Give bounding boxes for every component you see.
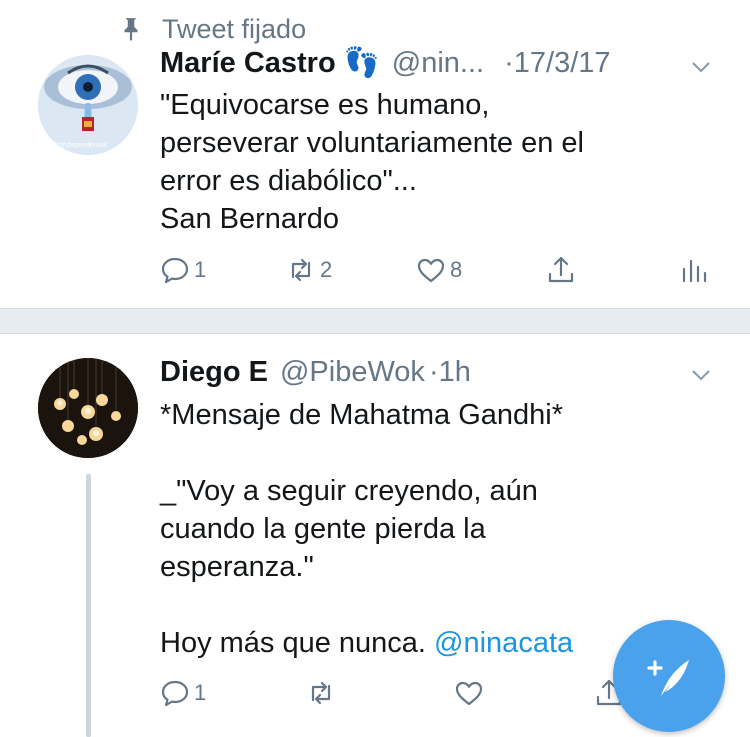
avatar-eye-image [38,55,138,155]
tweet-actions: 1 2 8 [160,255,720,295]
tweet-text: "Equivocarse es humano, perseverar volun… [160,89,584,235]
display-name[interactable]: Diego E [160,356,268,389]
avatar[interactable]: FelizIndependencia [38,55,138,155]
reply-icon [161,680,189,707]
avatar[interactable] [38,358,138,458]
reply-count: 1 [194,680,207,705]
heart-icon [455,681,483,706]
analytics-button[interactable] [678,255,708,285]
retweet-count: 2 [320,257,333,282]
timestamp[interactable]: ·17/3/17 [504,47,610,80]
display-name[interactable]: Maríe Castro [160,47,336,80]
footprints-emoji: 👣 [343,47,380,79]
retweet-icon [291,258,311,282]
retweet-button[interactable]: 2 [286,255,332,285]
pinned-label-row: Tweet fijado [118,12,306,46]
reply-icon [161,257,189,284]
share-button[interactable] [546,255,576,285]
heart-icon [417,258,445,283]
tweet-header: Diego E @PibeWok ·1h [160,356,471,389]
tweet-text: *Mensaje de Mahatma Gandhi* _"Voy a segu… [160,396,720,662]
like-count: 8 [450,257,463,282]
chevron-down-icon[interactable] [691,60,711,74]
retweet-button[interactable] [306,678,336,708]
retweet-icon [311,681,331,705]
avatar-lightbulbs-image [38,358,138,458]
handle[interactable]: @nin... [392,47,484,80]
reply-button[interactable]: 1 [160,678,206,708]
like-button[interactable]: 8 [416,255,462,285]
timestamp[interactable]: ·1h [429,356,471,389]
tweet-actions: 1 [160,678,622,718]
tweet-body: *Mensaje de Mahatma Gandhi* _"Voy a segu… [160,399,564,659]
chevron-down-icon[interactable] [691,368,711,382]
share-icon [548,256,574,283]
analytics-icon [682,259,707,283]
avatar-caption: FelizIndependencia [46,142,107,149]
reply-button[interactable]: 1 [160,255,206,285]
thread-connector-line [86,474,91,737]
tweet-header: Maríe Castro 👣 @nin... ·17/3/17 [160,46,611,80]
handle[interactable]: @PibeWok [280,356,425,389]
pin-icon [124,18,138,41]
reply-count: 1 [194,257,207,282]
pinned-label: Tweet fijado [162,13,307,44]
like-button[interactable] [454,678,484,708]
mention-link[interactable]: @ninacata [434,627,573,659]
feed-divider [0,308,750,334]
compose-feather-icon [647,660,689,696]
compose-tweet-button[interactable] [613,620,725,732]
